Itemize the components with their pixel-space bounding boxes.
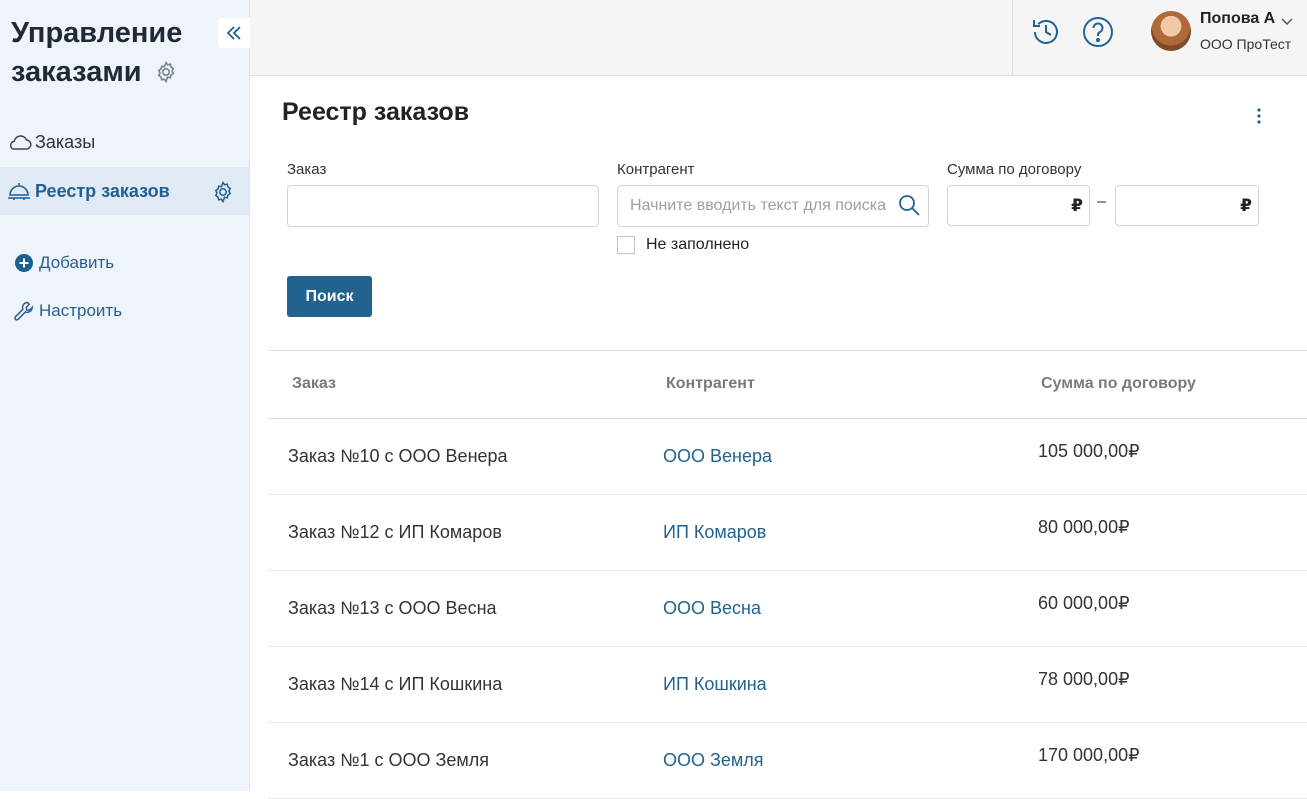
table-header: Заказ Контрагент Сумма по договору	[268, 350, 1307, 419]
order-filter-input[interactable]	[287, 185, 599, 227]
registry-settings-gear-icon[interactable]	[211, 180, 235, 209]
sum-cell: 170 000,00₽	[1038, 745, 1140, 765]
double-chevron-left-icon	[226, 26, 241, 40]
table-row[interactable]: Заказ №14 с ИП Кошкина ИП Кошкина 78 000…	[268, 647, 1307, 723]
plus-circle-icon	[11, 253, 37, 273]
add-button[interactable]: Добавить	[11, 253, 114, 273]
sidebar-item-order-registry[interactable]: Реестр заказов	[0, 167, 249, 215]
sum-cell: 60 000,00₽	[1038, 593, 1130, 613]
table-row[interactable]: Заказ №10 с ООО Венера ООО Венера 105 00…	[268, 419, 1307, 495]
history-icon[interactable]	[1029, 15, 1063, 49]
sum-cell: 105 000,00₽	[1038, 441, 1140, 461]
contractor-link[interactable]: ИП Кошкина	[663, 674, 767, 695]
collapse-sidebar-button[interactable]	[218, 18, 250, 48]
order-cell[interactable]: Заказ №10 с ООО Венера	[288, 446, 508, 467]
table-row[interactable]: Заказ №13 с ООО Весна ООО Весна 60 000,0…	[268, 571, 1307, 647]
user-organization: ООО ПроТест	[1200, 36, 1292, 52]
wrench-icon	[11, 300, 37, 322]
column-header-contractor[interactable]: Контрагент	[666, 375, 755, 393]
order-cell[interactable]: Заказ №1 с ООО Земля	[288, 750, 489, 771]
order-cell[interactable]: Заказ №13 с ООО Весна	[288, 598, 497, 619]
avatar[interactable]	[1151, 11, 1191, 51]
search-button[interactable]: Поиск	[287, 276, 372, 317]
sidebar-item-label: Реестр заказов	[35, 180, 170, 201]
range-dash: –	[1097, 193, 1106, 210]
contractor-search-input[interactable]	[617, 185, 929, 227]
app-title: Управление заказами	[11, 14, 211, 95]
order-cell[interactable]: Заказ №14 с ИП Кошкина	[288, 674, 502, 695]
sum-cell: 80 000,00₽	[1038, 517, 1130, 537]
bell-icon	[3, 180, 35, 202]
sidebar-item-label: Заказы	[35, 131, 96, 152]
top-header: Попова А ООО ПроТест	[250, 0, 1307, 76]
help-icon[interactable]	[1081, 15, 1115, 49]
sidebar: Управление заказами Заказы Реестр заказо…	[0, 0, 250, 791]
configure-button[interactable]: Настроить	[11, 300, 122, 322]
order-filter-label: Заказ	[287, 161, 327, 178]
column-header-order[interactable]: Заказ	[292, 375, 336, 393]
contractor-filter-label: Контрагент	[617, 161, 695, 178]
contractor-link[interactable]: ИП Комаров	[663, 522, 766, 543]
not-filled-label: Не заполнено	[646, 236, 750, 253]
contractor-link[interactable]: ООО Земля	[663, 750, 764, 771]
sidebar-item-orders[interactable]: Заказы	[0, 118, 249, 166]
ruble-sign: ₽	[1240, 196, 1252, 215]
app-settings-gear-icon[interactable]	[154, 56, 178, 95]
not-filled-checkbox[interactable]	[617, 236, 635, 254]
configure-button-label: Настроить	[39, 301, 123, 320]
header-divider	[1012, 0, 1013, 75]
more-options-icon[interactable]	[1252, 106, 1266, 131]
user-name[interactable]: Попова А	[1200, 10, 1275, 28]
contract-sum-filter-label: Сумма по договору	[947, 161, 1082, 178]
table-row[interactable]: Заказ №12 с ИП Комаров ИП Комаров 80 000…	[268, 495, 1307, 571]
ruble-sign: ₽	[1071, 196, 1083, 215]
orders-table: Заказ Контрагент Сумма по договору Заказ…	[268, 350, 1307, 799]
contractor-link[interactable]: ООО Весна	[663, 598, 761, 619]
table-row[interactable]: Заказ №1 с ООО Земля ООО Земля 170 000,0…	[268, 723, 1307, 799]
sum-to-input[interactable]: ₽	[1115, 185, 1259, 226]
sum-from-input[interactable]: ₽	[947, 185, 1090, 226]
chevron-down-icon[interactable]	[1280, 14, 1294, 32]
sum-cell: 78 000,00₽	[1038, 669, 1130, 689]
column-header-contract-sum[interactable]: Сумма по договору	[1041, 375, 1196, 393]
search-icon[interactable]	[897, 193, 921, 222]
contractor-link[interactable]: ООО Венера	[663, 446, 772, 467]
order-cell[interactable]: Заказ №12 с ИП Комаров	[288, 522, 502, 543]
page-title: Реестр заказов	[282, 98, 470, 126]
cloud-icon	[3, 132, 35, 152]
add-button-label: Добавить	[39, 253, 115, 272]
